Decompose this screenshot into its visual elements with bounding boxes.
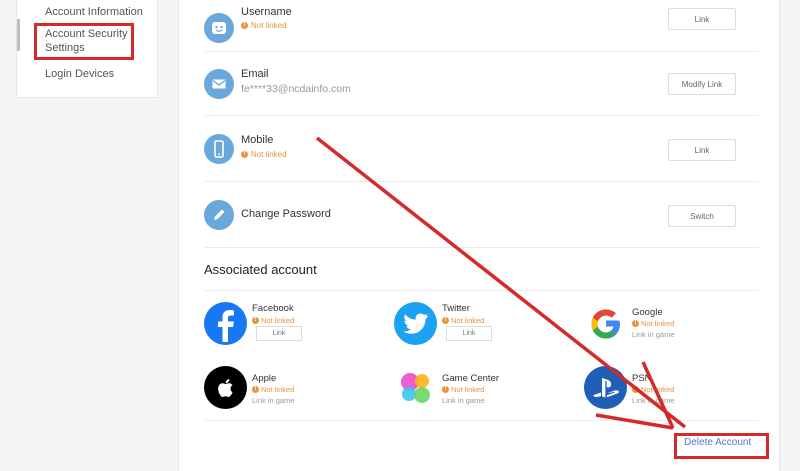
- active-indicator: [17, 19, 20, 51]
- associated-account-heading: Associated account: [204, 262, 317, 277]
- mail-icon: [204, 68, 234, 99]
- link-in-game-note: Link in game: [252, 396, 295, 405]
- email-value: fe****33@ncdainfo.com: [241, 83, 351, 95]
- divider: [204, 420, 759, 421]
- status-text: Not linked: [261, 316, 295, 325]
- security-row-mobile: Mobile ! Not linked Link: [204, 116, 759, 182]
- associated-account-apple: Apple ! Not linked Link in game: [204, 366, 374, 412]
- warning-icon: !: [632, 386, 639, 393]
- sidebar-item-label: Login Devices: [45, 68, 115, 80]
- warning-icon: !: [442, 317, 449, 324]
- row-title: Mobile: [241, 134, 274, 146]
- account-name: Google: [632, 307, 663, 318]
- sidebar-item-account-information[interactable]: Account Information: [45, 5, 143, 19]
- status-badge: ! Not linked: [252, 316, 294, 325]
- button-label: Link: [272, 330, 286, 337]
- security-row-email: Email fe****33@ncdainfo.com Modify Link: [204, 52, 759, 116]
- user-face-icon: [204, 12, 234, 43]
- account-name: Twitter: [442, 303, 470, 314]
- account-name: Apple: [252, 373, 277, 384]
- email-modify-link-button[interactable]: Modify Link: [668, 73, 736, 95]
- facebook-link-button[interactable]: Link: [256, 326, 302, 341]
- status-text: Not linked: [251, 150, 287, 159]
- status-badge: ! Not linked: [442, 385, 484, 394]
- associated-account-psn: PSN ! Not linked Link in game: [584, 366, 754, 412]
- status-text: Not linked: [251, 21, 287, 30]
- associated-account-twitter: Twitter ! Not linked Link: [394, 302, 564, 348]
- sidebar-item-login-devices[interactable]: Login Devices: [45, 67, 114, 81]
- status-text: Not linked: [451, 316, 485, 325]
- main-panel: Username ! Not linked Link Email fe****33…: [178, 0, 780, 471]
- playstation-icon: [584, 366, 627, 409]
- link-in-game-note: Link in game: [442, 396, 485, 405]
- warning-icon: !: [252, 386, 259, 393]
- button-label: Link: [462, 330, 476, 337]
- mobile-phone-icon: [204, 133, 234, 164]
- twitter-icon: [394, 302, 437, 345]
- sidebar-item-label: Account Information: [45, 6, 143, 18]
- row-title: Email: [241, 68, 269, 80]
- change-password-switch-button[interactable]: Switch: [668, 205, 736, 227]
- divider: [204, 290, 759, 291]
- warning-icon: !: [241, 22, 248, 29]
- annotation-highlight-box: [34, 23, 134, 60]
- google-icon: [584, 302, 627, 345]
- warning-icon: !: [252, 317, 259, 324]
- warning-icon: !: [241, 151, 248, 158]
- link-in-game-note: Link in game: [632, 396, 675, 405]
- annotation-highlight-box: [674, 433, 769, 459]
- row-title: Username: [241, 6, 292, 18]
- button-label: Modify Link: [681, 79, 723, 89]
- button-label: Switch: [690, 211, 714, 221]
- pencil-icon: [204, 199, 234, 230]
- account-name: Game Center: [442, 373, 500, 384]
- twitter-link-button[interactable]: Link: [446, 326, 492, 341]
- status-text: Not linked: [451, 385, 485, 394]
- security-row-username: Username ! Not linked Link: [204, 0, 759, 52]
- apple-icon: [204, 366, 247, 409]
- mobile-link-button[interactable]: Link: [668, 139, 736, 161]
- warning-icon: !: [442, 386, 449, 393]
- status-badge: ! Not linked: [632, 385, 674, 394]
- row-title: Change Password: [241, 208, 331, 220]
- status-text: Not linked: [261, 385, 295, 394]
- associated-account-google: Google ! Not linked Link in game: [584, 302, 754, 348]
- button-label: Link: [694, 14, 710, 24]
- status-badge: ! Not linked: [241, 150, 287, 159]
- status-badge: ! Not linked: [442, 316, 484, 325]
- security-row-change-password: Change Password Switch: [204, 182, 759, 248]
- game-center-icon: [394, 366, 437, 409]
- facebook-icon: [204, 302, 247, 345]
- status-badge: ! Not linked: [252, 385, 294, 394]
- associated-account-game-center: Game Center ! Not linked Link in game: [394, 366, 564, 412]
- status-text: Not linked: [641, 319, 675, 328]
- associated-account-facebook: Facebook ! Not linked Link: [204, 302, 374, 348]
- button-label: Link: [694, 145, 710, 155]
- account-name: Facebook: [252, 303, 294, 314]
- account-name: PSN: [632, 373, 652, 384]
- status-badge: ! Not linked: [632, 319, 674, 328]
- username-link-button[interactable]: Link: [668, 8, 736, 30]
- link-in-game-note: Link in game: [632, 330, 675, 339]
- status-badge: ! Not linked: [241, 21, 287, 30]
- status-text: Not linked: [641, 385, 675, 394]
- warning-icon: !: [632, 320, 639, 327]
